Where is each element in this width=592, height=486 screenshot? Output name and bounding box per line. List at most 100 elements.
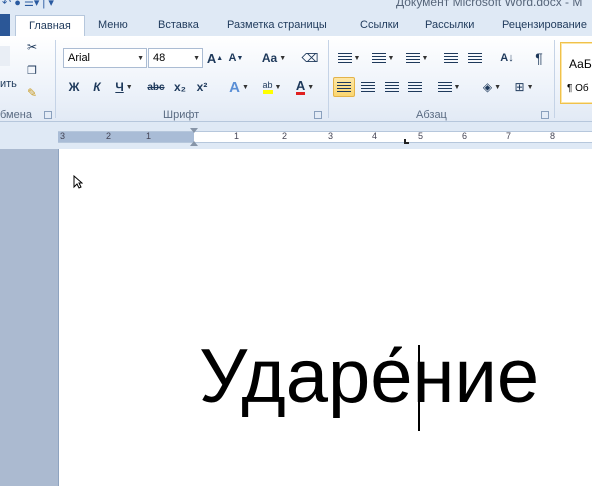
font-color-button[interactable]: A ▼: [292, 77, 318, 97]
file-tab[interactable]: [0, 14, 10, 36]
align-right-icon: [385, 81, 399, 93]
paragraph-launcher-icon[interactable]: [541, 111, 549, 119]
cut-icon[interactable]: ✂: [25, 40, 39, 54]
text-cursor: [418, 345, 420, 431]
tab-page-layout[interactable]: Разметка страницы: [227, 15, 327, 36]
borders-button[interactable]: ⊞ ▼: [511, 77, 537, 97]
paste-button-label[interactable]: ить: [0, 78, 17, 90]
shrink-font-icon: A: [228, 52, 237, 64]
multilevel-list-icon: [405, 52, 420, 64]
ruler-number: 4: [372, 131, 378, 141]
ruler-number: 1: [146, 131, 152, 141]
change-case-button[interactable]: Aa ▼: [260, 48, 288, 68]
bullets-button[interactable]: ▼: [336, 48, 362, 68]
align-center-icon: [361, 81, 375, 93]
ruler-number: 8: [550, 131, 556, 141]
horizontal-ruler[interactable]: 3 2 1 1 2 3 4 5 6 7 8: [58, 131, 592, 143]
group-separator: [554, 40, 555, 118]
font-name-combo[interactable]: Arial ▼: [63, 48, 147, 68]
increase-indent-button[interactable]: [466, 48, 484, 68]
align-left-icon: [337, 81, 351, 93]
tab-home[interactable]: Главная: [15, 15, 85, 36]
ribbon: ить ✂ ❐ ✎ бмена Arial ▼ 48 ▼ A ▲ A ▼ Aa ▼ ⌫…: [0, 36, 592, 122]
text-effects-icon: A: [229, 78, 240, 96]
clipboard-launcher-icon[interactable]: [44, 111, 52, 119]
shading-button[interactable]: ◈ ▼: [477, 77, 507, 97]
font-group-label: Шрифт: [163, 109, 200, 121]
show-marks-button[interactable]: ¶: [530, 48, 548, 68]
borders-icon: ⊞: [514, 80, 525, 94]
font-launcher-icon[interactable]: [314, 111, 322, 119]
tab-mailings[interactable]: Рассылки: [425, 15, 474, 36]
underline-icon: Ч: [115, 80, 124, 94]
strikethrough-button[interactable]: abc: [145, 77, 167, 97]
style-normal[interactable]: АаБ ¶ Об: [560, 42, 592, 104]
group-separator: [55, 40, 56, 118]
paragraph-group-label: Абзац: [416, 109, 447, 121]
grow-font-button[interactable]: A ▲: [206, 48, 224, 68]
increase-indent-icon: [468, 52, 482, 64]
tab-insert[interactable]: Вставка: [158, 15, 199, 36]
shrink-font-button[interactable]: A ▼: [228, 48, 244, 68]
decrease-indent-button[interactable]: [442, 48, 460, 68]
chevron-down-icon: ▼: [137, 55, 144, 62]
tab-review[interactable]: Рецензирование: [502, 15, 587, 36]
paste-icon[interactable]: [0, 46, 10, 66]
ruler-number: 7: [506, 131, 512, 141]
multilevel-list-button[interactable]: ▼: [404, 48, 430, 68]
quick-access-toolbar[interactable]: ↶ ● ☰▾ | ▾: [2, 0, 54, 9]
first-line-indent-marker[interactable]: [190, 128, 198, 133]
line-spacing-button[interactable]: ▼: [436, 77, 462, 97]
document-workspace: Ударе́ние: [0, 149, 592, 486]
chevron-down-icon: ▼: [193, 55, 200, 62]
ruler-number: 5: [418, 131, 424, 141]
decrease-indent-icon: [444, 52, 458, 64]
style-sample: АаБ: [569, 57, 592, 71]
document-text[interactable]: Ударе́ние: [199, 339, 539, 415]
paint-bucket-icon: ◈: [482, 80, 493, 94]
font-name-value: Arial: [68, 52, 91, 64]
underline-button[interactable]: Ч ▼: [113, 77, 135, 97]
title-bar: ↶ ● ☰▾ | ▾ Документ Microsoft Word.docx …: [0, 0, 592, 10]
ruler-number: 3: [60, 131, 66, 141]
format-painter-icon[interactable]: ✎: [25, 86, 39, 100]
font-size-combo[interactable]: 48 ▼: [148, 48, 203, 68]
copy-icon[interactable]: ❐: [25, 63, 39, 77]
change-case-icon: Aa: [261, 51, 278, 65]
align-center-button[interactable]: [358, 77, 378, 97]
ruler-number: 3: [328, 131, 334, 141]
highlight-button[interactable]: ab ▼: [258, 77, 286, 97]
justify-icon: [408, 81, 422, 93]
tab-menu[interactable]: Меню: [98, 15, 128, 36]
align-right-button[interactable]: [382, 77, 402, 97]
font-color-icon: A: [295, 77, 306, 95]
bullets-icon: [337, 52, 352, 64]
subscript-button[interactable]: x₂: [171, 77, 189, 97]
bold-button[interactable]: Ж: [66, 77, 82, 97]
group-separator: [328, 40, 329, 118]
clear-formatting-icon[interactable]: ⌫: [300, 48, 320, 68]
ruler-left-margin: [58, 132, 194, 142]
ruler-number: 2: [106, 131, 112, 141]
window-title: Документ Microsoft Word.docx - M: [396, 0, 583, 9]
text-effects-button[interactable]: A ▼: [226, 77, 252, 97]
numbering-icon: [371, 52, 386, 64]
document-page[interactable]: Ударе́ние: [58, 149, 592, 486]
ribbon-tabs: Главная Меню Вставка Разметка страницы С…: [0, 10, 592, 36]
font-size-value: 48: [153, 52, 166, 64]
style-name: ¶ Об: [567, 83, 589, 94]
numbering-button[interactable]: ▼: [370, 48, 396, 68]
left-indent-marker[interactable]: [190, 141, 198, 146]
mouse-pointer-icon: [73, 175, 83, 189]
superscript-button[interactable]: x²: [193, 77, 211, 97]
justify-button[interactable]: [405, 77, 425, 97]
sort-icon[interactable]: A↓: [497, 48, 517, 68]
italic-button[interactable]: К: [89, 77, 105, 97]
ruler-number: 2: [282, 131, 288, 141]
align-left-button[interactable]: [333, 77, 355, 97]
tab-references[interactable]: Ссылки: [360, 15, 399, 36]
grow-font-icon: A: [206, 50, 217, 66]
ruler-number: 6: [462, 131, 468, 141]
line-spacing-icon: [437, 81, 452, 93]
tab-stop-marker[interactable]: [404, 139, 409, 144]
